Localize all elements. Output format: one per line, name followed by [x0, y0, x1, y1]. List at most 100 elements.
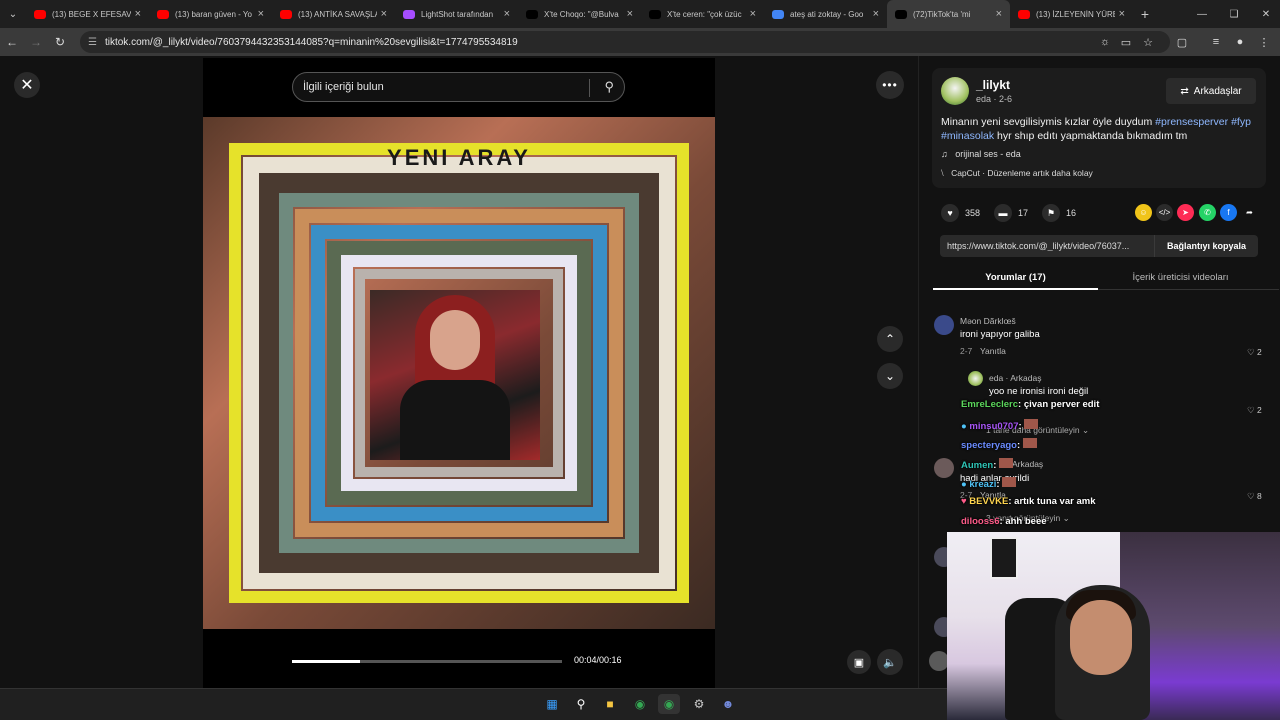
hashtag-link[interactable]: #minasolak [941, 130, 994, 142]
chat-user: minsu0707 [969, 421, 1019, 432]
sound-label: orijinal ses - eda [955, 149, 1021, 159]
x-icon [649, 9, 661, 19]
comment-avatar[interactable] [934, 315, 954, 335]
close-tab-icon[interactable]: × [381, 8, 387, 20]
reply-button[interactable]: Yanıtla [980, 346, 1006, 356]
cast-icon[interactable]: ▭ [1116, 28, 1136, 56]
reload-icon[interactable]: ↻ [48, 28, 72, 56]
profile-avatar[interactable]: ● [1230, 28, 1250, 56]
search-placeholder: İlgili içeriği bulun [303, 81, 384, 93]
url-bar[interactable]: ☰ tiktok.com/@_lilykt/video/760379443235… [80, 31, 1170, 53]
close-tab-icon[interactable]: × [627, 8, 633, 20]
close-tab-icon[interactable]: × [504, 8, 510, 20]
forward-icon[interactable]: → [24, 28, 48, 56]
extensions-icon[interactable]: ▢ [1172, 28, 1192, 56]
taskbar-search-icon[interactable]: ⚲ [570, 694, 592, 714]
close-tab-icon[interactable]: × [996, 8, 1002, 20]
bookmark-icon[interactable]: ⚑ [1042, 204, 1061, 222]
tab-creator-videos[interactable]: İçerik üreticisi videoları [1098, 266, 1263, 288]
bookmark-star-icon[interactable]: ☆ [1138, 28, 1158, 56]
close-icon[interactable]: ✕ [14, 72, 40, 98]
site-info-icon[interactable]: ☰ [88, 37, 97, 48]
file-explorer-icon[interactable]: ■ [599, 694, 621, 714]
back-icon[interactable]: ← [0, 28, 24, 56]
floating-player-icon[interactable]: ▣ [847, 650, 871, 674]
close-window-icon[interactable]: ✕ [1250, 0, 1280, 28]
comment-like-count: 2 [1257, 347, 1262, 357]
creator-avatar[interactable] [941, 77, 969, 105]
copy-link-button[interactable]: Bağlantıyı kopyala [1153, 235, 1258, 257]
tab-title: (72)TikTok'ta 'mi [913, 9, 971, 19]
close-tab-icon[interactable]: × [750, 8, 756, 20]
share-url[interactable]: https://www.tiktok.com/@_lilykt/video/76… [940, 241, 1154, 251]
capcut-link[interactable]: ⧵ CapCut · Düzenleme artık daha kolay [941, 168, 1093, 179]
windows-taskbar [0, 688, 947, 720]
chrome-icon[interactable]: ◉ [629, 694, 651, 714]
settings-icon[interactable]: ⚙ [688, 694, 710, 714]
reading-list-icon[interactable]: ≡ [1206, 28, 1226, 56]
facebook-icon[interactable]: f [1220, 204, 1237, 221]
comment-user[interactable]: Məon Dãrklœš [960, 316, 1016, 326]
reply-user[interactable]: eda · Arkadaş [989, 373, 1041, 383]
chevron-down-icon: ⌄ [1062, 513, 1070, 523]
video-progress-bar[interactable] [292, 660, 562, 663]
share-url-box: https://www.tiktok.com/@_lilykt/video/76… [940, 235, 1258, 257]
whatsapp-icon[interactable]: ✆ [1199, 204, 1216, 221]
browser-tab[interactable]: X'te Choqo: "@Bulva × [518, 0, 641, 28]
emote-icon [1022, 438, 1037, 448]
next-video-button[interactable]: ⌄ [877, 363, 903, 389]
browser-tab[interactable]: (13) BEGE X EFESAVA × [26, 0, 149, 28]
close-tab-icon[interactable]: × [873, 8, 879, 20]
translate-icon[interactable]: ☼ [1095, 28, 1115, 56]
windows-start-icon[interactable]: ▦ [541, 694, 563, 714]
sound-link[interactable]: ♫ orijinal ses - eda [941, 149, 1021, 159]
close-tab-icon[interactable]: × [258, 8, 264, 20]
tab-search-icon[interactable]: ⌄ [0, 0, 26, 28]
browser-menu-icon[interactable]: ⋮ [1254, 28, 1274, 56]
close-tab-icon[interactable]: × [1119, 8, 1125, 20]
comment-icon[interactable]: ▬ [994, 204, 1013, 222]
creator-username[interactable]: _lilykt [976, 78, 1010, 92]
comment-avatar[interactable] [934, 458, 954, 478]
previous-video-button[interactable]: ⌃ [877, 326, 903, 352]
tab-title: X'te Choqo: "@Bulva [544, 9, 619, 19]
browser-tab[interactable]: (13) İZLEYENİN YÜRE × [1010, 0, 1133, 28]
hashtag-link[interactable]: #fyp [1231, 116, 1251, 128]
reply-avatar[interactable] [968, 371, 983, 386]
close-tab-icon[interactable]: × [135, 8, 141, 20]
browser-tab[interactable]: X'te ceren: "çok üzüc × [641, 0, 764, 28]
discord-icon[interactable]: ☻ [717, 694, 739, 714]
search-icon[interactable]: ⚲ [604, 79, 614, 95]
browser-tab[interactable]: ateş ati zoktay - Goo × [764, 0, 887, 28]
hashtag-link[interactable]: #prensesperver [1155, 116, 1228, 128]
music-note-icon: ♫ [941, 149, 948, 159]
video-overlay-text: YENI ARAY [387, 145, 531, 170]
comment-count: 17 [1018, 208, 1029, 218]
new-tab-button[interactable]: + [1133, 6, 1157, 22]
restore-icon[interactable]: ❑ [1218, 0, 1250, 28]
comment-user[interactable]: Arkadaş [1012, 459, 1043, 469]
share-icon[interactable]: ➦ [1241, 204, 1258, 221]
friends-button[interactable]: ⇄ Arkadaşlar [1166, 78, 1256, 104]
browser-tab[interactable]: (13) ANTİKA SAVAŞLA × [272, 0, 395, 28]
tab-comments[interactable]: Yorumlar (17) [933, 266, 1098, 288]
browser-tab[interactable]: (72)TikTok'ta 'mi × [887, 0, 1010, 28]
related-search-input[interactable]: İlgili içeriği bulun ⚲ [292, 72, 625, 102]
comment-like[interactable]: ♡ 2 [1247, 347, 1262, 358]
chrome-active-icon[interactable]: ◉ [658, 694, 680, 714]
comment-avatar[interactable] [929, 651, 949, 671]
browser-tab[interactable]: LightShot tarafından × [395, 0, 518, 28]
embed-icon[interactable]: </> [1156, 204, 1173, 221]
comment-like[interactable]: ♡ 8 [1247, 491, 1262, 502]
like-icon[interactable]: ♥ [941, 204, 959, 222]
minimize-icon[interactable]: — [1186, 0, 1218, 28]
youtube-icon [157, 9, 169, 19]
reply-like[interactable]: ♡ 2 [1247, 405, 1262, 416]
emoji-share-icon[interactable]: ☺ [1135, 204, 1152, 221]
google-icon [772, 9, 784, 19]
browser-tab[interactable]: (13) baran güven - Yo × [149, 0, 272, 28]
send-icon[interactable]: ➤ [1177, 204, 1194, 221]
more-options-button[interactable]: ••• [876, 71, 904, 99]
like-count: 358 [965, 208, 981, 218]
volume-icon[interactable]: 🔈 [877, 649, 903, 675]
